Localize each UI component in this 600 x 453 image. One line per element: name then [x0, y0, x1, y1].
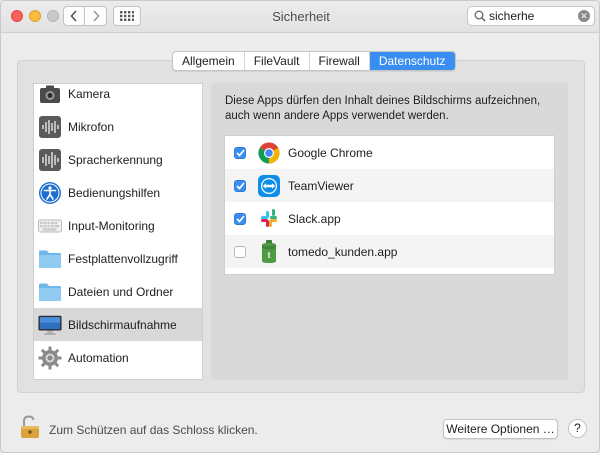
sidebar-item-label: Bedienungshilfen — [68, 185, 161, 200]
tab-datenschutz[interactable]: Datenschutz — [369, 52, 455, 70]
lock-button[interactable] — [20, 415, 40, 442]
sidebar-item-kamera[interactable]: Kamera — [34, 84, 202, 110]
privacy-category-list: Kamera Mikrofon Spracherkennung Bedienun… — [33, 83, 203, 380]
sidebar-item-bildschirmaufnahme[interactable]: Bildschirmaufnahme — [34, 308, 202, 341]
app-icon-partial — [258, 274, 280, 275]
folder-icon — [38, 247, 62, 271]
sidebar-item-bedienungshilfen[interactable]: Bedienungshilfen — [34, 176, 202, 209]
sidebar-item-automation[interactable]: Automation — [34, 341, 202, 374]
checkbox-google-chrome[interactable] — [234, 146, 246, 159]
sidebar-item-label: Spracherkennung — [68, 152, 163, 167]
unlocked-padlock-icon — [21, 415, 39, 438]
sidebar-item-label: Festplattenvollzugriff — [68, 251, 178, 266]
sidebar-item-spracherkennung[interactable]: Spracherkennung — [34, 143, 202, 176]
app-row-teamviewer: TeamViewer — [225, 169, 554, 202]
sidebar-item-label: Dateien und Ordner — [68, 284, 174, 299]
search-field[interactable]: sicherhe ✕ — [467, 6, 595, 26]
preferences-window: Sicherheit sicherhe ✕ Allgemein FileVaul… — [0, 0, 600, 453]
slack-icon — [258, 208, 280, 230]
tomedo-icon: t — [258, 239, 280, 263]
lock-hint-text: Zum Schützen auf das Schloss klicken. — [49, 423, 258, 437]
app-row-google-chrome: Google Chrome — [225, 136, 554, 169]
display-icon — [38, 313, 62, 337]
tab-bar: Allgemein FileVault Firewall Datenschutz — [172, 51, 456, 71]
microphone-icon — [38, 115, 62, 139]
search-icon — [474, 10, 486, 22]
accessibility-icon — [38, 181, 62, 205]
sidebar-item-dateien-und-ordner[interactable]: Dateien und Ordner — [34, 275, 202, 308]
teamviewer-icon — [258, 174, 280, 197]
sidebar-item-label: Bildschirmaufnahme — [68, 317, 177, 332]
folder-icon — [38, 280, 62, 304]
sidebar-item-mikrofon[interactable]: Mikrofon — [34, 110, 202, 143]
camera-icon — [38, 84, 62, 106]
tab-firewall[interactable]: Firewall — [310, 52, 370, 70]
app-row-partial — [225, 268, 554, 275]
permission-description: Diese Apps dürfen den Inhalt deines Bild… — [225, 95, 541, 122]
app-list: Google Chrome TeamViewer Slack.app t tom… — [224, 135, 555, 275]
tab-filevault[interactable]: FileVault — [245, 52, 310, 70]
sidebar-item-festplattenvollzugriff[interactable]: Festplattenvollzugriff — [34, 242, 202, 275]
checkbox-slack[interactable] — [234, 212, 246, 225]
chrome-icon — [258, 141, 280, 164]
checkmark-icon — [235, 148, 245, 157]
app-row-slack: Slack.app — [225, 202, 554, 235]
help-button[interactable]: ? — [568, 419, 587, 438]
app-name: TeamViewer — [288, 178, 354, 193]
gear-icon — [38, 346, 62, 370]
sidebar-item-label: Automation — [68, 350, 129, 365]
app-name: Google Chrome — [288, 145, 373, 160]
keyboard-icon — [38, 214, 62, 238]
sidebar-item-label: Kamera — [68, 86, 111, 101]
checkbox-tomedo-kunden[interactable] — [234, 245, 246, 258]
checkmark-icon — [235, 214, 245, 223]
speech-recognition-icon — [38, 148, 62, 172]
checkbox-teamviewer[interactable] — [234, 179, 246, 192]
clear-search-icon[interactable]: ✕ — [578, 10, 590, 22]
search-input[interactable]: sicherhe — [489, 9, 534, 23]
sidebar-item-label: Input-Monitoring — [68, 218, 155, 233]
tab-allgemein[interactable]: Allgemein — [173, 52, 245, 70]
app-name: tomedo_kunden.app — [288, 244, 398, 259]
more-options-button[interactable]: Weitere Optionen … — [443, 419, 558, 439]
sidebar-item-label: Mikrofon — [68, 119, 115, 134]
app-row-tomedo-kunden: t tomedo_kunden.app — [225, 235, 554, 268]
title-bar: Sicherheit sicherhe ✕ — [1, 1, 599, 33]
checkmark-icon — [235, 181, 245, 190]
sidebar-item-input-monitoring[interactable]: Input-Monitoring — [34, 209, 202, 242]
app-name: Slack.app — [288, 211, 341, 226]
